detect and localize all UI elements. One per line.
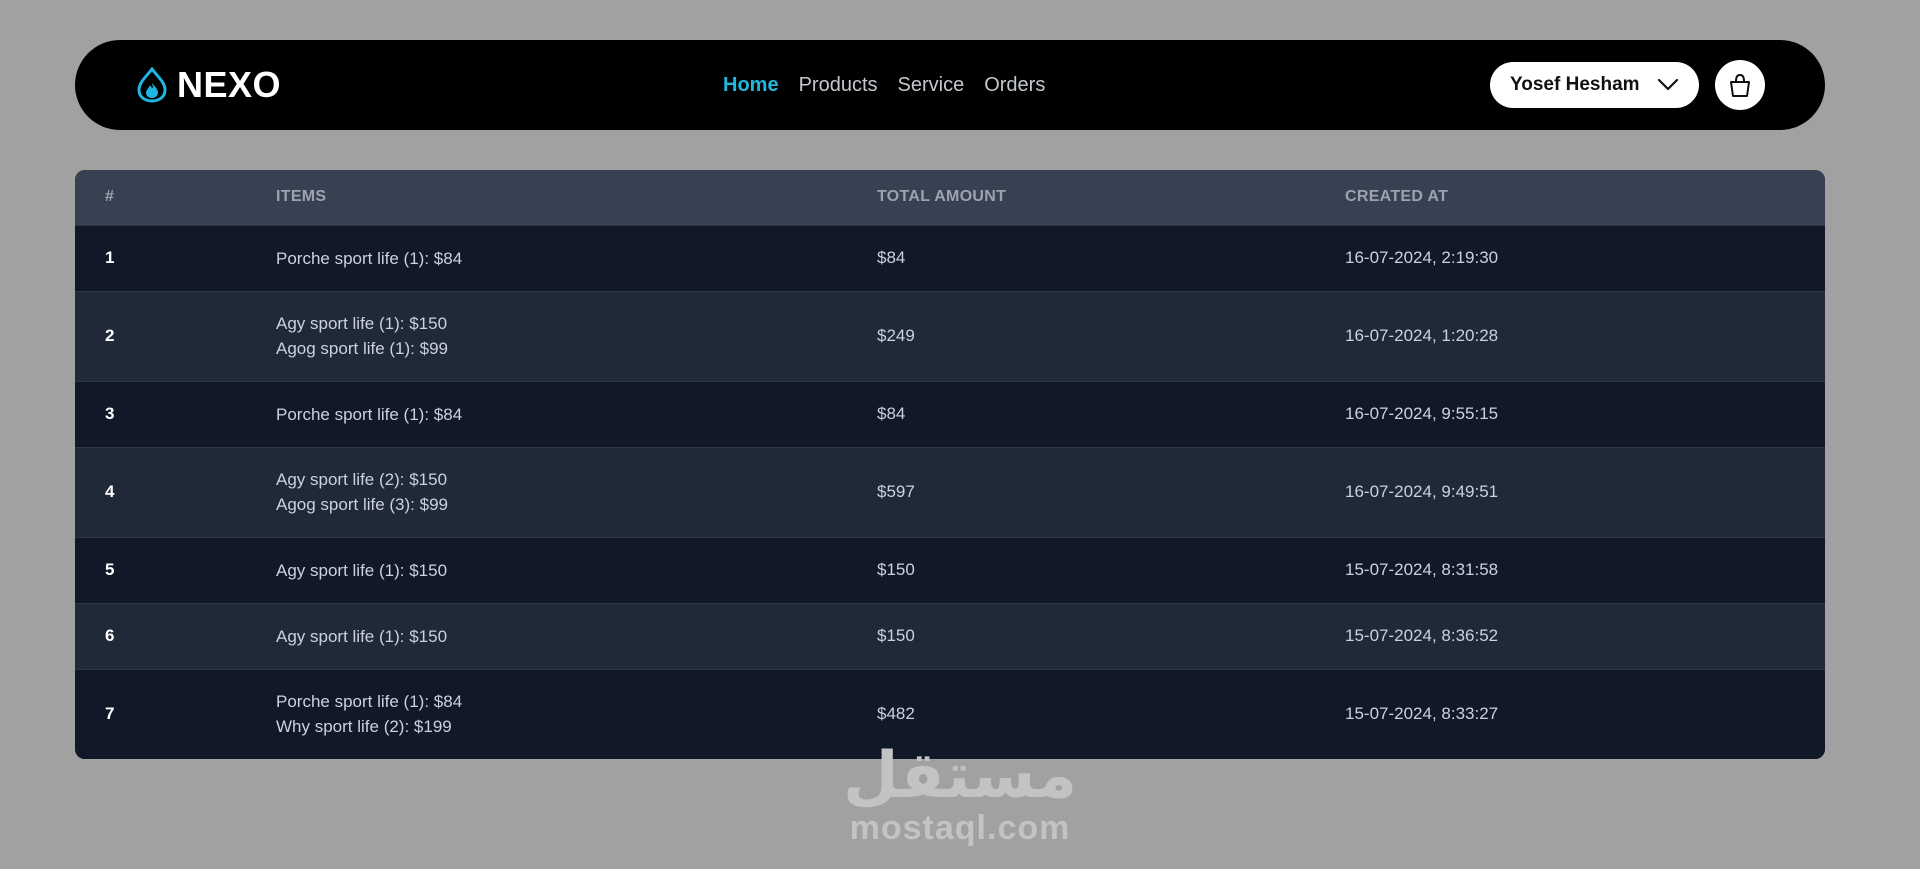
- column-header-items: ITEMS: [276, 188, 327, 206]
- order-created-at: 16-07-2024, 2:19:30: [1345, 248, 1499, 267]
- order-item: Agog sport life (1): $99: [276, 339, 448, 358]
- flame-drop-icon: [137, 67, 167, 103]
- chevron-down-icon: [1657, 78, 1679, 91]
- order-created-at: 15-07-2024, 8:31:58: [1345, 560, 1499, 579]
- table-header-row: # ITEMS TOTAL AMOUNT CREATED AT: [75, 170, 1825, 225]
- nav-link-products[interactable]: Products: [799, 74, 878, 97]
- column-header-number: #: [105, 188, 115, 206]
- order-total: $150: [877, 560, 915, 579]
- cart-button[interactable]: [1715, 60, 1765, 110]
- column-header-total-amount: TOTAL AMOUNT: [877, 188, 1007, 206]
- order-id: 1: [105, 248, 115, 267]
- order-item: Agy sport life (2): $150: [276, 470, 448, 489]
- table-row: 4 Agy sport life (2): $150 Agog sport li…: [75, 447, 1825, 537]
- navbar: NEXO Home Products Service Orders Yosef …: [75, 40, 1825, 130]
- order-total: $597: [877, 482, 915, 501]
- table-row: 7 Porche sport life (1): $84 Why sport l…: [75, 669, 1825, 759]
- order-id: 4: [105, 482, 115, 501]
- nav-link-service[interactable]: Service: [898, 74, 965, 97]
- order-id: 7: [105, 704, 115, 724]
- order-items: Agy sport life (1): $150 Agog sport life…: [276, 291, 877, 381]
- order-item: Porche sport life (1): $84: [276, 404, 463, 424]
- order-item: Agy sport life (1): $150: [276, 626, 448, 646]
- order-total: $249: [877, 326, 915, 345]
- user-menu-button[interactable]: Yosef Hesham: [1490, 62, 1699, 108]
- order-items: Agy sport life (1): $150: [276, 603, 877, 669]
- order-created-at: 15-07-2024, 8:36:52: [1345, 626, 1499, 645]
- brand-logo[interactable]: NEXO: [135, 64, 281, 106]
- order-item: Agy sport life (1): $150: [276, 560, 448, 580]
- table-row: 2 Agy sport life (1): $150 Agog sport li…: [75, 291, 1825, 381]
- watermark-latin: mostaql.com: [849, 809, 1071, 847]
- order-created-at: 15-07-2024, 8:33:27: [1345, 704, 1499, 724]
- shopping-bag-icon: [1730, 73, 1750, 97]
- order-items: Porche sport life (1): $84: [276, 381, 877, 447]
- table-row: 5 Agy sport life (1): $150 $150 15-07-20…: [75, 537, 1825, 603]
- order-created-at: 16-07-2024, 1:20:28: [1345, 326, 1499, 345]
- order-created-at: 16-07-2024, 9:55:15: [1345, 404, 1499, 423]
- order-items: Porche sport life (1): $84 Why sport lif…: [276, 669, 877, 759]
- order-total: $150: [877, 626, 915, 645]
- order-id: 2: [105, 326, 115, 345]
- order-items: Agy sport life (2): $150 Agog sport life…: [276, 447, 877, 537]
- order-item: Agog sport life (3): $99: [276, 495, 448, 514]
- order-items: Agy sport life (1): $150: [276, 537, 877, 603]
- order-created-at: 16-07-2024, 9:49:51: [1345, 482, 1499, 501]
- table-row: 1 Porche sport life (1): $84 $84 16-07-2…: [75, 225, 1825, 291]
- table-row: 6 Agy sport life (1): $150 $150 15-07-20…: [75, 603, 1825, 669]
- order-item: Agy sport life (1): $150: [276, 314, 448, 333]
- user-name: Yosef Hesham: [1510, 74, 1640, 95]
- nav-link-orders[interactable]: Orders: [984, 74, 1045, 97]
- table-row: 3 Porche sport life (1): $84 $84 16-07-2…: [75, 381, 1825, 447]
- order-item: Why sport life (2): $199: [276, 717, 452, 737]
- main-nav: Home Products Service Orders: [723, 40, 1045, 130]
- order-items: Porche sport life (1): $84: [276, 225, 877, 291]
- order-id: 6: [105, 626, 115, 645]
- nav-link-home[interactable]: Home: [723, 74, 779, 97]
- orders-table: # ITEMS TOTAL AMOUNT CREATED AT 1 Porche…: [75, 170, 1825, 759]
- order-id: 3: [105, 404, 115, 423]
- order-item: Porche sport life (1): $84: [276, 692, 463, 712]
- order-item: Porche sport life (1): $84: [276, 248, 463, 268]
- nav-actions: Yosef Hesham: [1490, 40, 1765, 130]
- brand-name: NEXO: [177, 64, 282, 105]
- order-total: $84: [877, 248, 906, 267]
- column-header-created-at: CREATED AT: [1345, 188, 1449, 206]
- order-id: 5: [105, 560, 115, 579]
- order-total: $84: [877, 404, 906, 423]
- order-total: $482: [877, 704, 915, 724]
